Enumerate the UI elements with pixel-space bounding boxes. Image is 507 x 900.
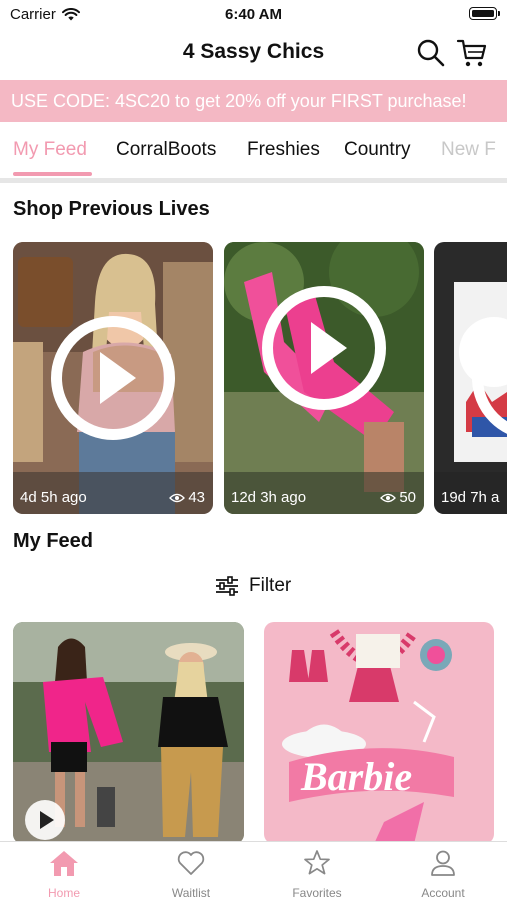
status-bar: Carrier 6:40 AM bbox=[0, 0, 507, 30]
filter-label: Filter bbox=[249, 575, 292, 596]
tabs-divider bbox=[0, 178, 507, 183]
live-views-count: 43 bbox=[188, 489, 205, 506]
feed-card[interactable] bbox=[13, 622, 244, 844]
play-icon[interactable] bbox=[262, 286, 386, 410]
live-card[interactable]: 19d 7h a bbox=[434, 242, 507, 514]
search-icon[interactable] bbox=[415, 37, 447, 69]
tab-new[interactable]: New F bbox=[441, 139, 496, 161]
tab-country[interactable]: Country bbox=[344, 139, 411, 161]
person-icon bbox=[431, 850, 455, 876]
play-icon[interactable] bbox=[51, 316, 175, 440]
live-time-ago: 4d 5h ago bbox=[20, 489, 87, 506]
live-time-ago: 12d 3h ago bbox=[231, 489, 307, 506]
feed-image-2: Barbie bbox=[264, 622, 494, 844]
active-tab-indicator bbox=[13, 172, 92, 176]
bottom-tab-bar: Home Waitlist Favorites Account bbox=[0, 841, 507, 900]
cart-icon[interactable] bbox=[456, 37, 488, 69]
tab-my-feed[interactable]: My Feed bbox=[13, 139, 87, 161]
tabbar-waitlist[interactable]: Waitlist bbox=[141, 848, 241, 900]
filter-button[interactable]: Filter bbox=[215, 575, 291, 597]
tabbar-home-label: Home bbox=[47, 886, 80, 900]
section-title-feed: My Feed bbox=[13, 530, 94, 552]
category-tabs: My Feed CorralBoots Freshies Country New… bbox=[0, 122, 507, 180]
eye-icon bbox=[169, 493, 186, 502]
live-views: 43 bbox=[169, 489, 205, 506]
svg-text:Barbie: Barbie bbox=[300, 754, 412, 799]
promo-banner[interactable]: USE CODE: 4SC20 to get 20% off your FIRS… bbox=[0, 80, 507, 122]
tabbar-account[interactable]: Account bbox=[393, 848, 493, 900]
heart-icon bbox=[177, 851, 205, 875]
battery-icon bbox=[469, 7, 500, 20]
tabbar-home[interactable]: Home bbox=[14, 848, 114, 900]
tabbar-favorites-label: Favorites bbox=[292, 886, 342, 900]
video-play-icon[interactable] bbox=[25, 800, 65, 840]
tabbar-favorites[interactable]: Favorites bbox=[267, 848, 367, 900]
tabbar-waitlist-label: Waitlist bbox=[171, 886, 211, 900]
tab-freshies[interactable]: Freshies bbox=[247, 139, 320, 161]
tabbar-account-label: Account bbox=[421, 886, 465, 900]
live-card[interactable]: 12d 3h ago 50 bbox=[224, 242, 424, 514]
eye-icon bbox=[380, 493, 397, 502]
status-time: 6:40 AM bbox=[225, 6, 282, 23]
live-card[interactable]: 4d 5h ago 43 bbox=[13, 242, 213, 514]
feed-card[interactable]: Barbie bbox=[264, 622, 494, 844]
live-views-count: 50 bbox=[399, 489, 416, 506]
tab-corralboots[interactable]: CorralBoots bbox=[116, 139, 216, 161]
home-icon bbox=[50, 851, 78, 876]
live-time-ago: 19d 7h a bbox=[441, 489, 500, 506]
sliders-icon bbox=[216, 576, 238, 596]
app-header: 4 Sassy Chics bbox=[0, 30, 507, 80]
star-icon bbox=[304, 850, 330, 875]
section-title-previous-lives: Shop Previous Lives bbox=[13, 198, 210, 220]
live-views: 50 bbox=[380, 489, 416, 506]
